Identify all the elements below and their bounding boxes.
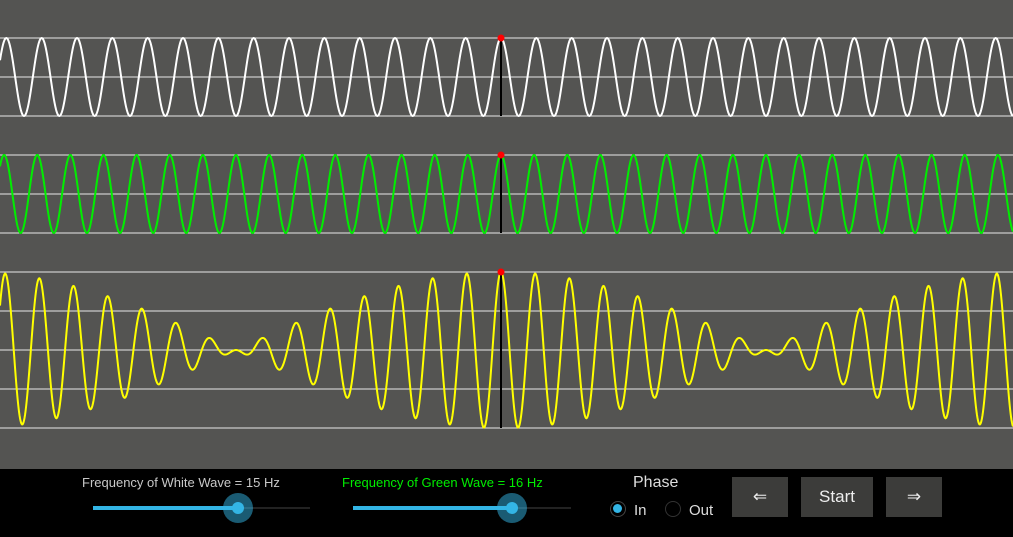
- slider-fill: [93, 506, 239, 510]
- slider-thumb[interactable]: [497, 493, 528, 523]
- phase-out-label: Out: [689, 502, 714, 519]
- time-marker-dot: [497, 151, 505, 159]
- step-forward-button[interactable]: ⇒: [886, 477, 942, 517]
- time-marker-dot: [497, 268, 505, 276]
- green-frequency-label: Frequency of Green Wave = 16 Hz: [342, 475, 543, 490]
- wave-plot: [0, 34, 1013, 429]
- step-back-button[interactable]: ⇐: [732, 477, 788, 517]
- wave-canvas: [0, 0, 1013, 469]
- phase-out-radio[interactable]: [665, 501, 681, 517]
- white-frequency-label: Frequency of White Wave = 15 Hz: [82, 475, 280, 490]
- time-marker-dot: [497, 34, 505, 42]
- start-button[interactable]: Start: [801, 477, 873, 517]
- phase-in-radio[interactable]: [610, 501, 626, 517]
- phase-label: Phase: [633, 474, 679, 491]
- green-frequency-slider[interactable]: [353, 493, 571, 523]
- white-frequency-slider[interactable]: [93, 493, 310, 523]
- slider-fill: [353, 506, 513, 510]
- phase-in-label: In: [634, 502, 647, 519]
